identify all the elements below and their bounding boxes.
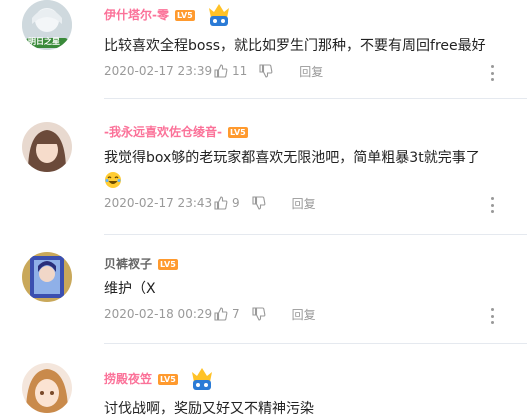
thumbs-down-icon	[252, 307, 266, 321]
like-button[interactable]: 11	[214, 64, 247, 78]
comment-content: 维护（X	[104, 281, 156, 297]
crown-badge-icon	[191, 368, 212, 390]
timestamp: 2020-02-18 00:29	[104, 307, 213, 321]
username[interactable]: 伊什塔尔-零	[104, 8, 169, 22]
comment-item: 贝裤衩子 LV5 维护（X 2020-02-18 00:29 7 回复	[0, 240, 527, 345]
anime-avatar-icon	[22, 122, 72, 172]
anime-avatar-icon	[22, 252, 72, 302]
dislike-button[interactable]	[252, 195, 268, 211]
comment-meta: 2020-02-17 23:39 11 回复	[104, 62, 323, 80]
like-count: 7	[232, 307, 240, 321]
reply-button[interactable]: 回复	[292, 306, 316, 323]
comment-item: 明日之星 伊什塔尔-零 LV5 比较喜欢全程boss，就比如罗生门那种，不要有周…	[0, 0, 527, 110]
divider	[104, 234, 527, 235]
avatar[interactable]	[22, 363, 72, 413]
avatar[interactable]	[22, 122, 72, 172]
crown-badge-icon	[208, 4, 229, 26]
thumbs-down-icon	[259, 64, 273, 78]
thumbs-down-icon	[252, 196, 266, 210]
comment-meta: 2020-02-18 00:29 7 回复	[104, 305, 316, 323]
timestamp: 2020-02-17 23:39	[104, 64, 213, 78]
reply-button[interactable]: 回复	[299, 63, 323, 80]
level-badge: LV5	[174, 9, 195, 21]
comment-text: 我觉得box够的老玩家都喜欢无限池吧，简单粗暴3t就完事了	[104, 150, 480, 166]
like-button[interactable]: 7	[214, 307, 240, 321]
more-vertical-icon[interactable]	[489, 65, 495, 81]
dislike-button[interactable]	[252, 306, 268, 322]
anime-avatar-icon	[22, 363, 72, 413]
comment-content: 我觉得box够的老玩家都喜欢无限池吧，简单粗暴3t就完事了	[104, 147, 480, 191]
like-button[interactable]: 9	[214, 196, 240, 210]
laughing-tears-emoji-icon	[105, 172, 121, 188]
name-row: 伊什塔尔-零 LV5	[104, 4, 233, 26]
more-vertical-icon[interactable]	[489, 308, 495, 324]
avatar-pendant-text: 明日之星	[28, 37, 60, 46]
level-badge: LV5	[227, 126, 248, 138]
like-count: 11	[232, 64, 248, 78]
reply-button[interactable]: 回复	[292, 195, 316, 212]
thumbs-up-icon	[214, 307, 228, 321]
username[interactable]: 捞殿夜笠	[104, 372, 152, 386]
level-badge: LV5	[158, 258, 178, 270]
comment-item: 捞殿夜笠 LV5 讨伐战啊，奖励又好又不精神污染	[0, 345, 527, 420]
avatar[interactable]	[22, 252, 72, 302]
avatar[interactable]: 明日之星	[22, 0, 72, 50]
like-count: 9	[232, 196, 240, 210]
level-badge: LV5	[158, 373, 178, 385]
divider	[104, 343, 527, 344]
name-row: 捞殿夜笠 LV5	[104, 368, 216, 390]
username[interactable]: -我永远喜欢佐仓绫音-	[104, 125, 222, 139]
comment-meta: 2020-02-17 23:43 9 回复	[104, 194, 316, 212]
comment-content: 比较喜欢全程boss，就比如罗生门那种，不要有周回free最好	[104, 38, 486, 54]
name-row: -我永远喜欢佐仓绫音- LV5	[104, 123, 248, 141]
username[interactable]: 贝裤衩子	[104, 257, 152, 271]
comment-item: -我永远喜欢佐仓绫音- LV5 我觉得box够的老玩家都喜欢无限池吧，简单粗暴3…	[0, 110, 527, 240]
divider	[104, 98, 527, 99]
thumbs-up-icon	[214, 64, 228, 78]
dislike-button[interactable]	[259, 63, 275, 79]
comment-content: 讨伐战啊，奖励又好又不精神污染	[104, 401, 314, 417]
more-vertical-icon[interactable]	[489, 197, 495, 213]
name-row: 贝裤衩子 LV5	[104, 255, 178, 273]
timestamp: 2020-02-17 23:43	[104, 196, 213, 210]
thumbs-up-icon	[214, 196, 228, 210]
